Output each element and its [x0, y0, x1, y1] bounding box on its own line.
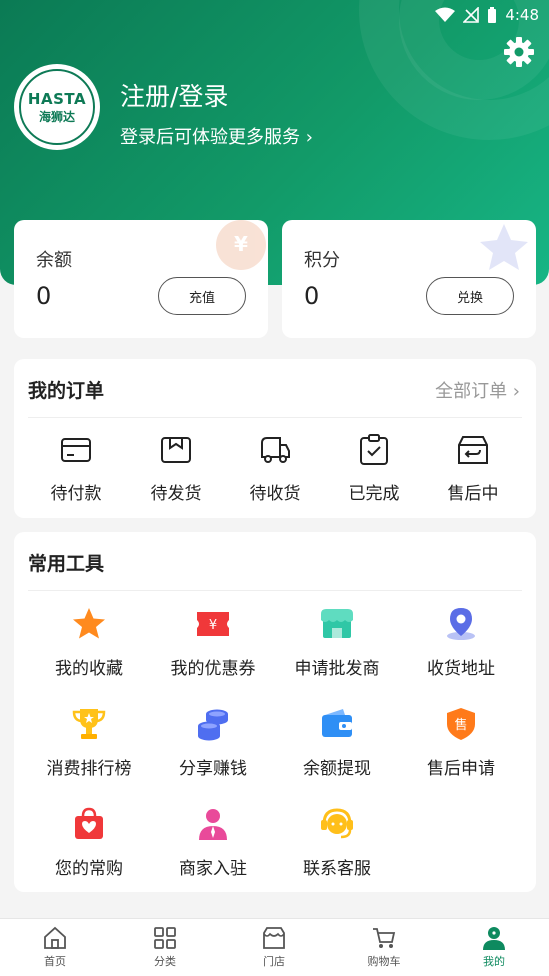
- clipboard-check-icon: [360, 434, 388, 465]
- home-icon: [44, 926, 66, 949]
- money-bag-icon: ¥: [216, 220, 266, 270]
- shield-badge-icon: 售: [447, 708, 475, 740]
- cart-icon: [373, 928, 396, 948]
- all-orders-link[interactable]: 全部订单 ›: [435, 377, 520, 403]
- balance-value: 0: [36, 282, 52, 310]
- shop-icon: [321, 609, 353, 638]
- tool-share-earn[interactable]: 分享赚钱: [148, 706, 278, 779]
- tab-mine[interactable]: 我的: [454, 925, 534, 969]
- balance-label: 余额: [36, 250, 72, 271]
- battery-icon: [488, 7, 497, 23]
- order-completed[interactable]: 已完成: [324, 433, 424, 504]
- points-label: 积分: [304, 250, 340, 271]
- tab-store[interactable]: 门店: [234, 925, 314, 969]
- brand-logo: HASTA 海狮达: [19, 69, 95, 145]
- tool-spending-ranking[interactable]: 消费排行榜: [24, 706, 154, 779]
- orders-title: 我的订单: [28, 380, 105, 402]
- signal-off-icon: [463, 7, 480, 23]
- tab-home[interactable]: 首页: [15, 925, 95, 969]
- balance-card[interactable]: ¥ 余额 0 充值: [14, 220, 268, 338]
- gear-icon[interactable]: [503, 36, 535, 68]
- wifi-icon: [435, 7, 456, 22]
- coins-stack-icon: [198, 709, 228, 741]
- status-time: 4:48: [505, 6, 539, 24]
- tool-merchant-join[interactable]: 商家入驻: [148, 806, 278, 879]
- merchant-person-icon: [199, 809, 227, 840]
- divider: [28, 417, 522, 418]
- tool-shipping-address[interactable]: 收货地址: [396, 606, 526, 679]
- redeem-button[interactable]: 兑换: [426, 277, 514, 315]
- recharge-button[interactable]: 充值: [158, 277, 246, 315]
- shopping-bag-icon: [75, 807, 103, 839]
- star-icon: [73, 608, 105, 639]
- customer-service-icon: [321, 808, 353, 839]
- coupon-icon: ¥: [197, 612, 229, 636]
- avatar[interactable]: HASTA 海狮达: [14, 64, 100, 150]
- tool-coupons[interactable]: ¥ 我的优惠券: [148, 606, 278, 679]
- login-subtitle-link[interactable]: 登录后可体验更多服务 ›: [120, 123, 313, 149]
- wallet-icon: [322, 709, 352, 737]
- svg-text:¥: ¥: [209, 618, 217, 633]
- tool-apply-wholesaler[interactable]: 申请批发商: [272, 606, 402, 679]
- divider: [28, 590, 522, 591]
- my-orders-section: 我的订单 全部订单 › 待付款 待发货 待收货 已完成 售后中: [14, 359, 536, 518]
- store-icon: [263, 927, 285, 949]
- tool-after-sales-apply[interactable]: 售 售后申请: [396, 706, 526, 779]
- points-card[interactable]: 积分 0 兑换: [282, 220, 536, 338]
- delivery-truck-icon: [261, 437, 290, 463]
- tool-favorites[interactable]: 我的收藏: [24, 606, 154, 679]
- tab-category[interactable]: 分类: [125, 925, 205, 969]
- tool-balance-withdraw[interactable]: 余额提现: [272, 706, 402, 779]
- return-box-icon: [458, 436, 488, 464]
- tool-customer-service[interactable]: 联系客服: [272, 806, 402, 879]
- svg-text:售: 售: [454, 717, 467, 733]
- person-icon: [483, 927, 505, 950]
- trophy-icon: [72, 709, 106, 739]
- common-tools-section: 常用工具 我的收藏 ¥ 我的优惠券 申请批发商 收货地址 消费排行榜 分享赚钱 …: [14, 532, 536, 892]
- grid-icon: [154, 927, 176, 949]
- star-decoration-icon: [480, 224, 528, 270]
- order-pending-payment[interactable]: 待付款: [26, 433, 126, 504]
- wallet-card-icon: [61, 438, 91, 462]
- package-box-icon: [161, 437, 191, 463]
- points-value: 0: [304, 282, 320, 310]
- location-pin-icon: [447, 608, 475, 640]
- status-bar: 4:48: [435, 4, 539, 26]
- order-after-sales[interactable]: 售后中: [423, 433, 523, 504]
- order-pending-shipment[interactable]: 待发货: [126, 433, 226, 504]
- order-pending-receipt[interactable]: 待收货: [225, 433, 325, 504]
- bottom-tab-bar: 首页 分类 门店 购物车 我的: [0, 918, 549, 976]
- tool-frequent-purchases[interactable]: 您的常购: [24, 806, 154, 879]
- login-title[interactable]: 注册/登录: [120, 77, 228, 113]
- tab-cart[interactable]: 购物车: [344, 925, 424, 969]
- tools-title: 常用工具: [28, 553, 105, 575]
